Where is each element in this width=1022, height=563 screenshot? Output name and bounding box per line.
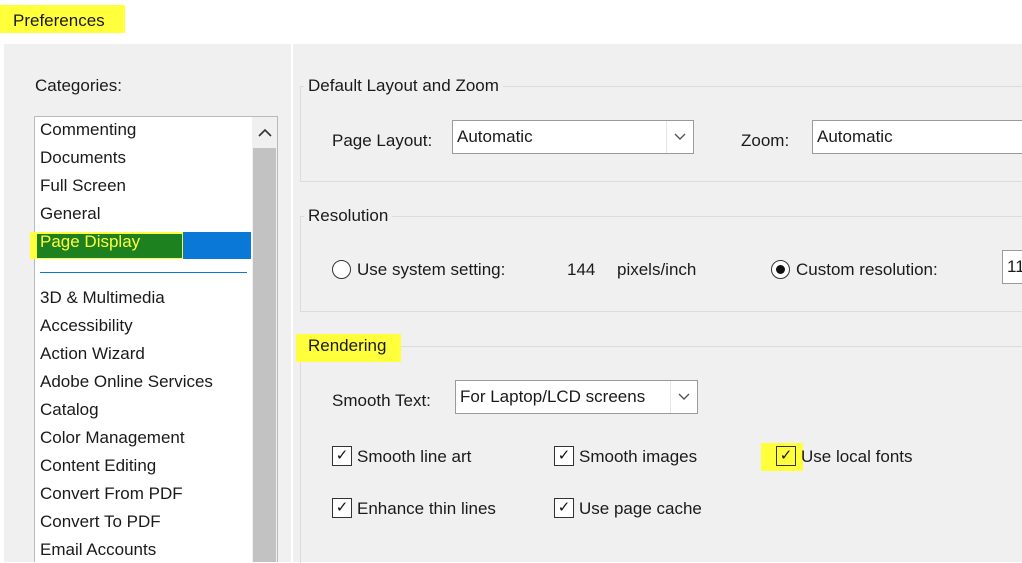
- check-icon: ✓: [335, 499, 349, 516]
- category-item-action-wizard[interactable]: Action Wizard: [40, 344, 145, 364]
- smooth-images-checkbox[interactable]: ✓: [554, 446, 574, 466]
- use-local-fonts-checkbox[interactable]: ✓: [776, 446, 796, 466]
- custom-resolution-label: Custom resolution:: [796, 260, 938, 279]
- smooth-text-label: Smooth Text:: [332, 391, 431, 410]
- system-resolution-value: 144: [567, 260, 596, 279]
- resolution-title: Resolution: [304, 206, 393, 226]
- category-item-adobe-online-services[interactable]: Adobe Online Services: [40, 372, 213, 392]
- check-icon: ✓: [335, 447, 349, 464]
- page-layout-select[interactable]: Automatic: [452, 120, 694, 154]
- custom-resolution-input[interactable]: 11: [1002, 250, 1022, 284]
- smooth-images-label: Smooth images: [579, 447, 698, 466]
- category-item-commenting[interactable]: Commenting: [40, 120, 136, 140]
- system-setting-radio[interactable]: [332, 260, 351, 279]
- categories-label: Categories:: [35, 76, 122, 95]
- category-item-convert-from-pdf[interactable]: Convert From PDF: [40, 484, 183, 504]
- category-item-email-accounts[interactable]: Email Accounts: [40, 540, 156, 560]
- chevron-down-icon[interactable]: [666, 121, 693, 153]
- use-page-cache-checkbox[interactable]: ✓: [554, 498, 574, 518]
- system-setting-label: Use system setting:: [357, 260, 506, 279]
- check-icon: ✓: [557, 499, 571, 516]
- pane-divider: [291, 44, 293, 562]
- zoom-label: Zoom:: [741, 131, 790, 150]
- smooth-text-select[interactable]: For Laptop/LCD screens: [455, 380, 698, 414]
- system-resolution-unit: pixels/inch: [617, 260, 697, 279]
- category-item-3d-multimedia[interactable]: 3D & Multimedia: [40, 288, 165, 308]
- rendering-title: Rendering: [308, 336, 387, 355]
- zoom-value: Automatic: [817, 127, 893, 146]
- check-icon: ✓: [779, 447, 793, 464]
- category-item-full-screen[interactable]: Full Screen: [40, 176, 126, 196]
- page-layout-value: Automatic: [457, 127, 533, 146]
- category-item-accessibility[interactable]: Accessibility: [40, 316, 133, 336]
- layout-zoom-title: Default Layout and Zoom: [304, 76, 503, 96]
- scrollbar-thumb[interactable]: [253, 148, 276, 562]
- window-title: Preferences: [13, 11, 105, 30]
- category-separator: [40, 272, 247, 273]
- category-item-documents[interactable]: Documents: [40, 148, 126, 168]
- category-item-general[interactable]: General: [40, 204, 100, 224]
- category-item-convert-to-pdf[interactable]: Convert To PDF: [40, 512, 161, 532]
- smooth-line-art-checkbox[interactable]: ✓: [332, 446, 352, 466]
- chevron-up-icon[interactable]: [252, 122, 277, 146]
- page-layout-label: Page Layout:: [332, 131, 433, 150]
- enhance-thin-lines-label: Enhance thin lines: [357, 499, 496, 518]
- smooth-text-value: For Laptop/LCD screens: [460, 387, 646, 406]
- radio-selected-dot: [776, 265, 785, 274]
- chevron-down-icon[interactable]: [670, 381, 697, 413]
- zoom-select[interactable]: Automatic: [812, 120, 1022, 154]
- category-item-content-editing[interactable]: Content Editing: [40, 456, 156, 476]
- check-icon: ✓: [557, 447, 571, 464]
- enhance-thin-lines-checkbox[interactable]: ✓: [332, 498, 352, 518]
- custom-resolution-radio[interactable]: [771, 260, 790, 279]
- category-item-page-display[interactable]: Page Display: [40, 232, 140, 252]
- category-item-catalog[interactable]: Catalog: [40, 400, 99, 420]
- use-page-cache-label: Use page cache: [579, 499, 702, 518]
- category-item-color-management[interactable]: Color Management: [40, 428, 185, 448]
- use-local-fonts-label: Use local fonts: [801, 447, 913, 466]
- custom-resolution-value: 11: [1007, 257, 1022, 276]
- smooth-line-art-label: Smooth line art: [357, 447, 472, 466]
